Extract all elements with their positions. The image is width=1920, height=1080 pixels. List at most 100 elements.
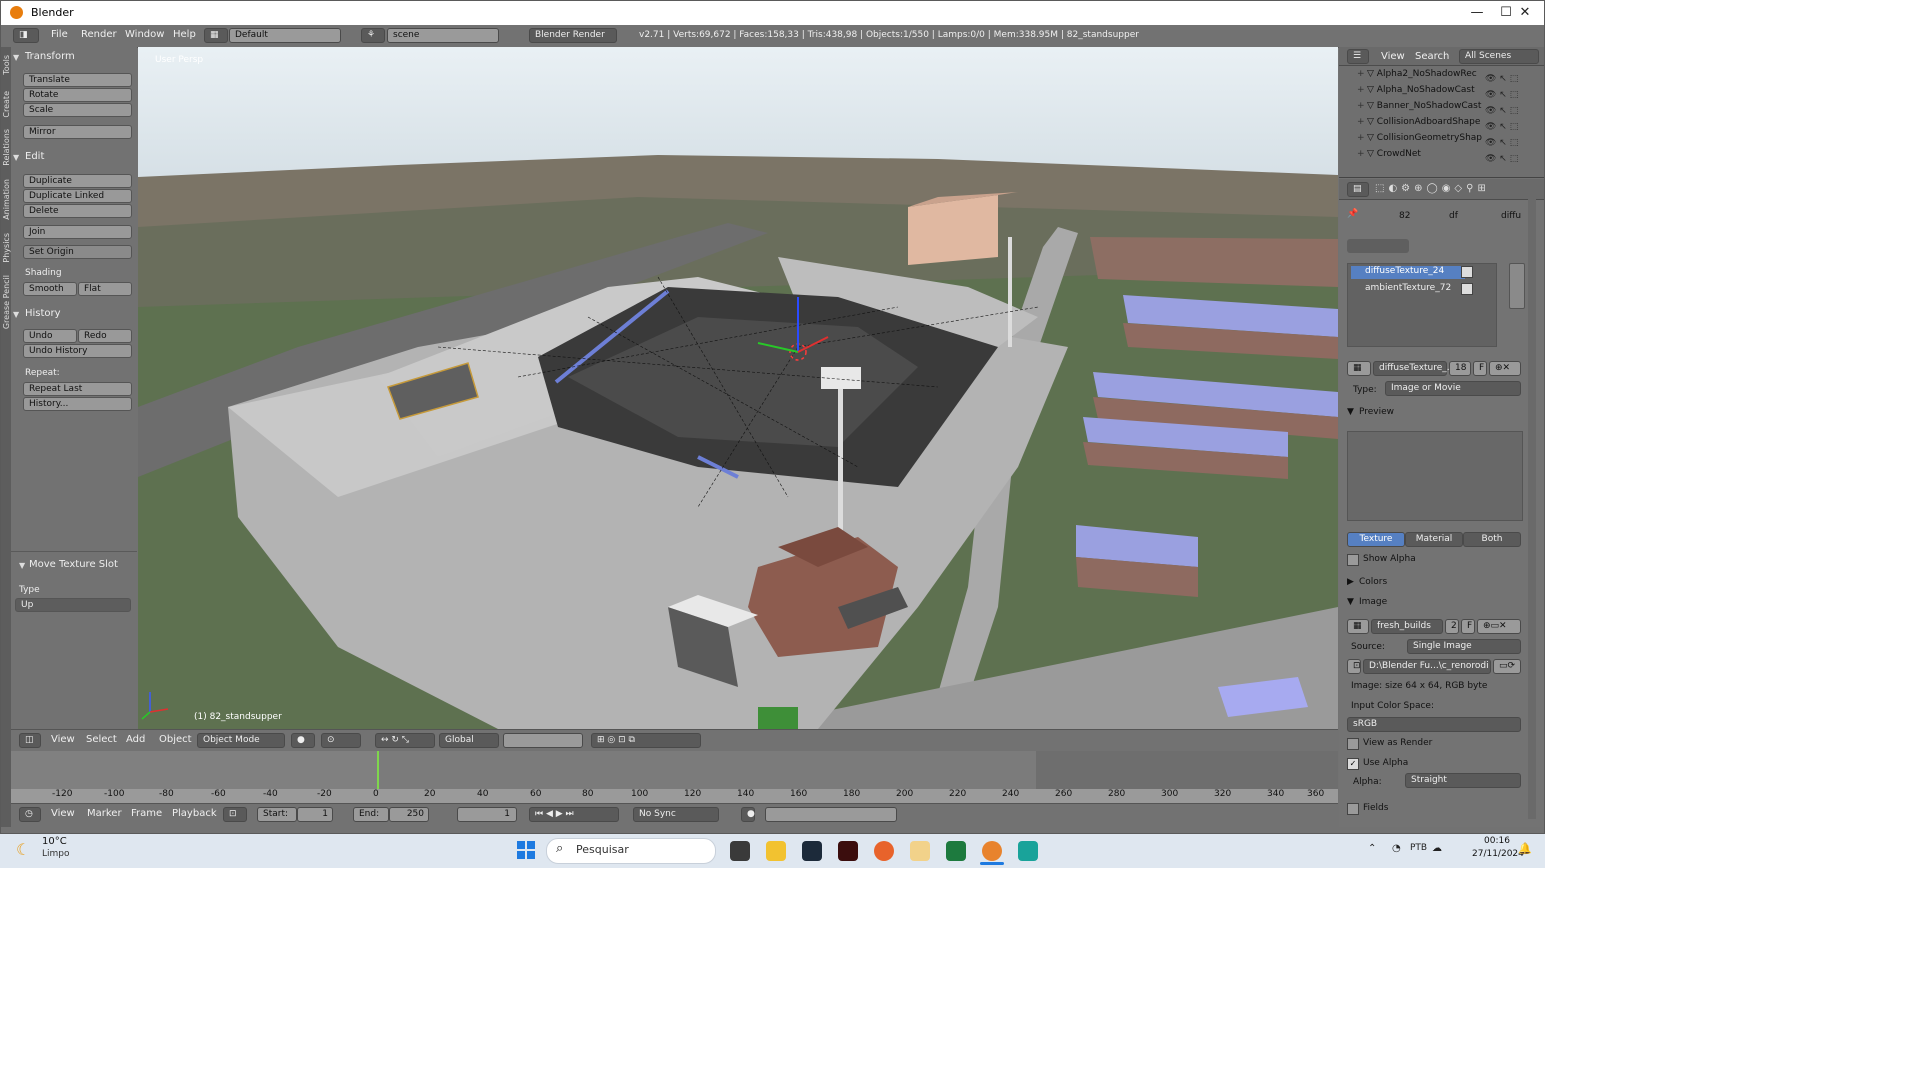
join-button[interactable]: Join bbox=[23, 225, 132, 239]
slot-checkbox[interactable] bbox=[1461, 283, 1473, 295]
menu-view[interactable]: View bbox=[51, 734, 75, 745]
preview-tab-material[interactable]: Material bbox=[1405, 532, 1463, 547]
preview-tab-texture[interactable]: Texture bbox=[1347, 532, 1405, 547]
tab-animation[interactable]: Animation bbox=[2, 179, 11, 220]
clock-time[interactable]: 00:16 bbox=[1484, 836, 1510, 846]
duplicate-button[interactable]: Duplicate bbox=[23, 174, 132, 188]
collapse-edit-icon[interactable]: ▼ bbox=[13, 153, 19, 162]
texture-slot-selected[interactable]: diffuseTexture_24 bbox=[1351, 266, 1465, 279]
properties-context-tabs[interactable]: ⬚◐⚙⊕◯◉◇⚲⊞ bbox=[1375, 183, 1539, 197]
outliner-row[interactable]: + ▽ CollisionAdboardShape bbox=[1357, 117, 1480, 130]
smooth-button[interactable]: Smooth bbox=[23, 282, 77, 296]
operator-type-select[interactable]: Up bbox=[15, 598, 131, 612]
editor-type-icon[interactable]: ◨ bbox=[13, 28, 39, 43]
timeline-menu-playback[interactable]: Playback bbox=[172, 808, 217, 819]
tab-tools[interactable]: Tools bbox=[2, 55, 11, 75]
taskbar-search[interactable] bbox=[546, 838, 716, 864]
outliner-row[interactable]: + ▽ Banner_NoShadowCast bbox=[1357, 101, 1481, 114]
current-frame-field[interactable]: 1 bbox=[457, 807, 517, 822]
menu-file[interactable]: File bbox=[51, 29, 68, 40]
timeline[interactable] bbox=[11, 751, 1338, 811]
outliner-row[interactable]: + ▽ CollisionGeometryShap bbox=[1357, 133, 1482, 146]
weather-icon[interactable]: ☾ bbox=[16, 840, 30, 859]
scene-icon[interactable]: ⚘ bbox=[361, 28, 385, 43]
end-frame-field[interactable]: 250 bbox=[389, 807, 429, 822]
redo-button[interactable]: Redo bbox=[78, 329, 132, 343]
snapping-icons[interactable]: ⊞ ◎ ⊡ ⧉ bbox=[591, 733, 701, 748]
layers-grid[interactable] bbox=[503, 733, 583, 748]
shading-mode-icon[interactable]: ● bbox=[291, 733, 315, 748]
texture-new-unlink[interactable]: ⊕✕ bbox=[1489, 361, 1521, 376]
undo-history-button[interactable]: Undo History bbox=[23, 344, 132, 358]
colors-header[interactable]: Colors bbox=[1359, 577, 1387, 587]
set-origin-select[interactable]: Set Origin bbox=[23, 245, 132, 259]
menu-render[interactable]: Render bbox=[81, 29, 117, 40]
history-button[interactable]: History... bbox=[23, 397, 132, 411]
autokey-record-icon[interactable]: ● bbox=[741, 807, 755, 822]
editor-type-3d-icon[interactable]: ◫ bbox=[19, 733, 41, 748]
keying-icon[interactable]: ⊡ bbox=[223, 807, 247, 822]
tab-relations[interactable]: Relations bbox=[2, 129, 11, 166]
render-engine-select[interactable]: Blender Render bbox=[529, 28, 617, 43]
collapse-image-icon[interactable]: ▼ bbox=[1347, 597, 1354, 607]
menu-select[interactable]: Select bbox=[86, 734, 117, 745]
pivot-icon[interactable]: ⊙ bbox=[321, 733, 361, 748]
texture-browse-icon[interactable]: ▦ bbox=[1347, 361, 1371, 376]
network-icon[interactable]: ◔ bbox=[1392, 843, 1401, 854]
breadcrumb-object[interactable]: 82 bbox=[1399, 211, 1410, 221]
texture-type-select[interactable]: Image or Movie bbox=[1385, 381, 1521, 396]
tab-physics[interactable]: Physics bbox=[2, 233, 11, 263]
image-browse-icon[interactable]: ▦ bbox=[1347, 619, 1369, 634]
task-view-icon[interactable] bbox=[730, 841, 750, 861]
color-space-select[interactable]: sRGB bbox=[1347, 717, 1521, 732]
collapse-preview-icon[interactable]: ▼ bbox=[1347, 407, 1354, 417]
slot-checkbox[interactable] bbox=[1461, 266, 1473, 278]
pack-icon[interactable]: ⊡ bbox=[1347, 659, 1361, 674]
menu-window[interactable]: Window bbox=[125, 29, 164, 40]
keying-set-field[interactable] bbox=[765, 807, 897, 822]
blender-taskbar-icon[interactable] bbox=[982, 841, 1002, 861]
manipulator-icons[interactable]: ↔ ↻ ⤡ bbox=[375, 733, 435, 748]
mode-select[interactable]: Object Mode bbox=[197, 733, 285, 748]
sync-select[interactable]: No Sync bbox=[633, 807, 719, 822]
image-source-select[interactable]: Single Image bbox=[1407, 639, 1521, 654]
preview-header[interactable]: Preview bbox=[1359, 407, 1394, 417]
outliner-display-select[interactable]: All Scenes bbox=[1459, 49, 1539, 64]
menu-object[interactable]: Object bbox=[159, 734, 192, 745]
breadcrumb-material[interactable]: df bbox=[1449, 211, 1458, 221]
menu-help[interactable]: Help bbox=[173, 29, 196, 40]
mirror-button[interactable]: Mirror bbox=[23, 125, 132, 139]
outliner-row[interactable]: + ▽ CrowdNet bbox=[1357, 149, 1421, 162]
screen-layout-field[interactable]: Default bbox=[229, 28, 341, 43]
image-new-open-unlink[interactable]: ⊕▭✕ bbox=[1477, 619, 1521, 634]
tab-create[interactable]: Create bbox=[2, 91, 11, 118]
clock-date[interactable]: 27/11/2024 bbox=[1472, 849, 1524, 859]
menu-add[interactable]: Add bbox=[126, 734, 145, 745]
delete-button[interactable]: Delete bbox=[23, 204, 132, 218]
preview-tab-both[interactable]: Both bbox=[1463, 532, 1521, 547]
use-alpha-checkbox[interactable]: ✓ bbox=[1347, 758, 1359, 770]
expand-colors-icon[interactable]: ▶ bbox=[1347, 577, 1354, 587]
screen-layout-icon[interactable]: ▦ bbox=[204, 28, 228, 43]
app-icon-red[interactable] bbox=[838, 841, 858, 861]
view-as-render-checkbox[interactable] bbox=[1347, 738, 1359, 750]
alpha-mode-select[interactable]: Straight bbox=[1405, 773, 1521, 788]
editor-type-outliner-icon[interactable]: ☰ bbox=[1347, 49, 1369, 64]
excel-icon[interactable] bbox=[946, 841, 966, 861]
app-icon-dark[interactable] bbox=[802, 841, 822, 861]
editor-type-timeline-icon[interactable]: ◷ bbox=[19, 807, 41, 822]
flat-button[interactable]: Flat bbox=[78, 282, 132, 296]
breadcrumb-texture[interactable]: diffu bbox=[1501, 211, 1521, 221]
current-frame-marker[interactable] bbox=[377, 751, 379, 791]
tray-chevron-icon[interactable]: ⌃ bbox=[1368, 843, 1376, 854]
weather-temp[interactable]: 10°C bbox=[42, 836, 67, 847]
texture-name-field[interactable]: diffuseTexture_... bbox=[1373, 361, 1455, 376]
file-browse-icon[interactable]: ▭⟳ bbox=[1493, 659, 1521, 674]
image-header[interactable]: Image bbox=[1359, 597, 1387, 607]
image-fake-user[interactable]: F bbox=[1461, 619, 1475, 634]
scene-field[interactable]: scene bbox=[387, 28, 499, 43]
undo-button[interactable]: Undo bbox=[23, 329, 77, 343]
collapse-operator-icon[interactable]: ▼ bbox=[19, 561, 25, 570]
duplicate-linked-button[interactable]: Duplicate Linked bbox=[23, 189, 132, 203]
notification-bell-icon[interactable]: 🔔 bbox=[1518, 842, 1532, 855]
